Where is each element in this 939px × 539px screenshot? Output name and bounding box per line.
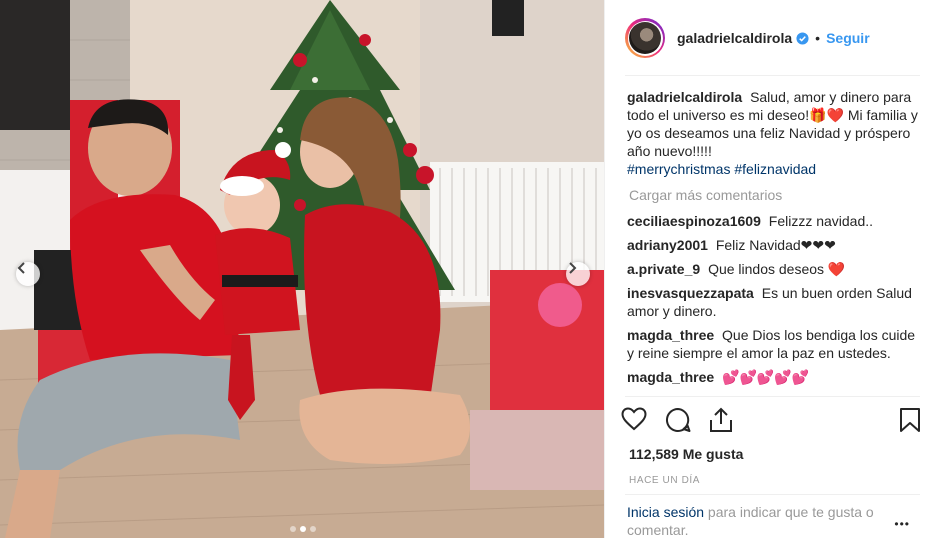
comment-item: a.private_9 Que lindos deseos ❤️ [627,260,919,278]
separator: • [815,30,821,46]
avatar-image [629,22,661,54]
bookmark-icon[interactable] [899,407,921,438]
comment-username[interactable]: a.private_9 [627,261,700,277]
comment-username[interactable]: magda_three [627,327,714,343]
comment-text: Feliz Navidad❤❤❤ [715,237,836,253]
comment-item: magda_three 💕💕💕💕💕 [627,368,919,386]
verified-badge-icon [796,31,809,45]
hashtag-link[interactable]: #feliznavidad [734,161,816,177]
post-photo[interactable] [0,0,604,538]
carousel-dot [290,526,296,532]
caption: galadrielcaldirola Salud, amor y dinero … [627,88,919,178]
post-side-panel: galadrielcaldirola • Seguir galadrielcal… [604,0,939,538]
comment-username[interactable]: ceciliaespinoza1609 [627,213,761,229]
comment-item: inesvasquezzapata Es un buen orden Salud… [627,284,919,320]
comment-username[interactable]: adriany2001 [627,237,708,253]
header-username[interactable]: galadrielcaldirola [677,30,792,46]
carousel-dot-active [300,526,306,532]
load-more-comments-button[interactable]: Cargar más comentarios [629,186,919,204]
comment-text: 💕💕💕💕💕 [722,369,810,385]
comment-icon[interactable] [665,407,691,438]
hashtag-link[interactable]: #merrychristmas [627,161,730,177]
divider [625,494,920,495]
previous-photo-button[interactable] [16,262,40,286]
carousel-dot [310,526,316,532]
avatar[interactable] [625,18,665,58]
comment-username[interactable]: inesvasquezzapata [627,285,754,301]
chevron-right-icon [569,262,577,274]
comment-username[interactable]: magda_three [627,369,714,385]
caption-username[interactable]: galadrielcaldirola [627,89,742,105]
photo-illustration [0,0,604,538]
share-icon[interactable] [709,407,733,438]
post-header: galadrielcaldirola • Seguir [625,14,920,62]
more-options-icon: ••• [894,517,910,531]
likes-count[interactable]: 112,589 Me gusta [629,446,743,462]
comment-text: Que lindos deseos ❤️ [708,261,846,277]
comments-list: galadrielcaldirola Salud, amor y dinero … [627,88,919,394]
heart-icon[interactable] [621,407,647,436]
login-prompt: Inicia sesión para indicar que te gusta … [627,503,892,539]
divider [625,75,920,76]
chevron-left-icon [17,262,25,274]
divider [625,396,920,397]
comment-item: ceciliaespinoza1609 Felizzz navidad.. [627,212,919,230]
comment-item: adriany2001 Feliz Navidad❤❤❤ [627,236,919,254]
comment-text: Felizzz navidad.. [768,213,874,229]
login-link[interactable]: Inicia sesión [627,504,704,520]
post-timestamp[interactable]: HACE UN DÍA [629,475,700,486]
action-bar [621,405,924,437]
carousel-indicator [290,526,316,532]
next-photo-button[interactable] [566,262,590,286]
more-options-button[interactable]: ••• [894,515,910,533]
follow-button[interactable]: Seguir [826,30,870,46]
comment-item: magda_three Que Dios los bendiga los cui… [627,326,919,362]
